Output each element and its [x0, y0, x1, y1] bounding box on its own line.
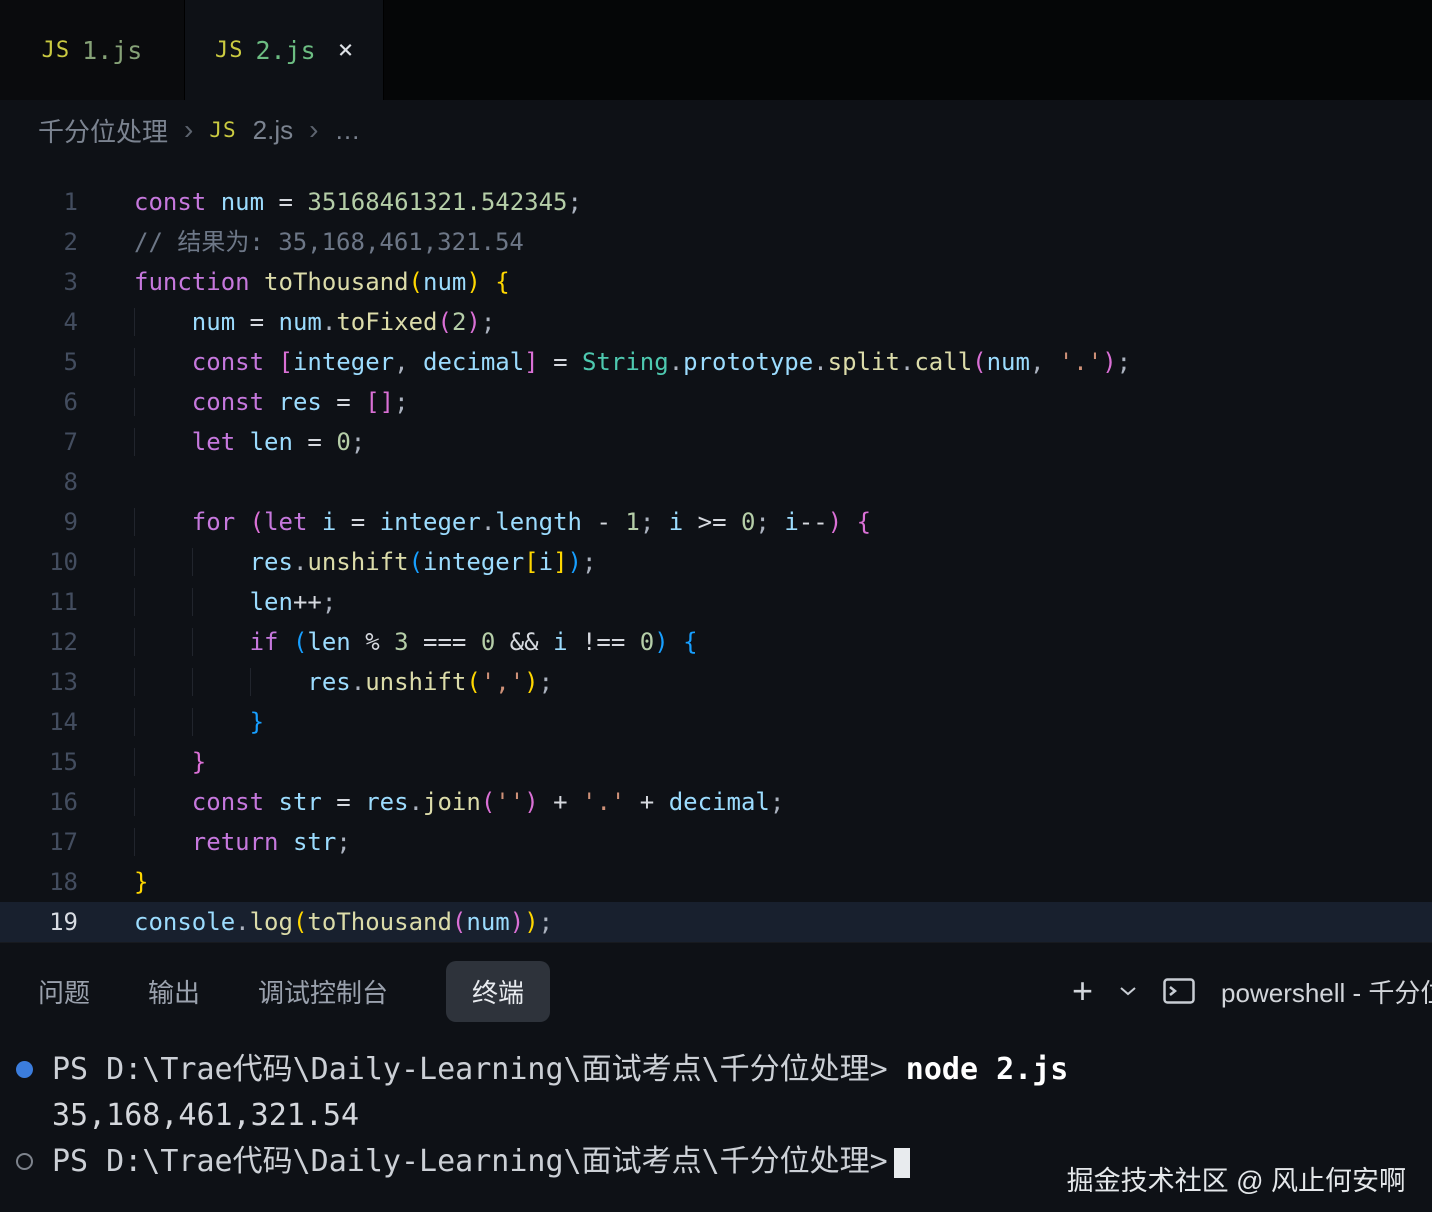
line-number[interactable]: 8	[0, 462, 134, 502]
line-number[interactable]: 6	[0, 382, 134, 422]
panel-header: 问题 输出 调试控制台 终端 + powershell - 千分位处理	[0, 943, 1432, 1039]
line-number[interactable]: 12	[0, 622, 134, 662]
breadcrumb: 千分位处理 › JS 2.js › …	[0, 100, 1432, 160]
panel-tabs: 问题 输出 调试控制台 终端	[38, 961, 550, 1022]
panel-tab-debug-console[interactable]: 调试控制台	[258, 961, 388, 1022]
tab-bar: JS 1.js JS 2.js ×	[0, 0, 1432, 100]
code-text: const str = res.join('') + '.' + decimal…	[134, 782, 784, 822]
code-line[interactable]: 11 len++;	[0, 582, 1432, 622]
code-text: num = num.toFixed(2);	[134, 302, 495, 342]
code-text: }	[134, 702, 264, 742]
line-number[interactable]: 3	[0, 262, 134, 302]
panel-tab-terminal[interactable]: 终端	[446, 961, 550, 1022]
code-line[interactable]: 8	[0, 462, 1432, 502]
code-text: const num = 35168461321.542345;	[134, 182, 582, 222]
code-line[interactable]: 6 const res = [];	[0, 382, 1432, 422]
code-line[interactable]: 12 if (len % 3 === 0 && i !== 0) {	[0, 622, 1432, 662]
tab-1js[interactable]: JS 1.js	[0, 0, 185, 100]
js-file-icon: JS	[42, 38, 71, 63]
code-text: const [integer, decimal] = String.protot…	[134, 342, 1131, 382]
code-text: len++;	[134, 582, 336, 622]
panel-actions: + powershell - 千分位处理	[1072, 973, 1432, 1010]
code-line[interactable]: 4 num = num.toFixed(2);	[0, 302, 1432, 342]
code-text: function toThousand(num) {	[134, 262, 510, 302]
new-terminal-button[interactable]: +	[1072, 973, 1093, 1009]
line-number[interactable]: 1	[0, 182, 134, 222]
command-success-decoration-icon[interactable]	[16, 1061, 33, 1078]
line-number[interactable]: 7	[0, 422, 134, 462]
panel-tab-problems[interactable]: 问题	[38, 961, 90, 1022]
chevron-right-icon: ›	[309, 114, 318, 146]
line-number[interactable]: 15	[0, 742, 134, 782]
code-line[interactable]: 3function toThousand(num) {	[0, 262, 1432, 302]
tab-label-1js: 1.js	[82, 36, 142, 65]
code-line[interactable]: 14 }	[0, 702, 1432, 742]
code-line[interactable]: 13 res.unshift(',');	[0, 662, 1432, 702]
code-text: let len = 0;	[134, 422, 365, 462]
line-number[interactable]: 17	[0, 822, 134, 862]
line-number[interactable]: 14	[0, 702, 134, 742]
terminal-cursor	[894, 1148, 910, 1178]
command-pending-decoration-icon[interactable]	[16, 1153, 33, 1170]
code-line[interactable]: 15 }	[0, 742, 1432, 782]
code-line[interactable]: 5 const [integer, decimal] = String.prot…	[0, 342, 1432, 382]
code-text: for (let i = integer.length - 1; i >= 0;…	[134, 502, 871, 542]
code-text: console.log(toThousand(num));	[134, 902, 553, 942]
code-editor[interactable]: 1const num = 35168461321.542345;2// 结果为:…	[0, 160, 1432, 942]
close-icon[interactable]: ×	[338, 35, 354, 65]
code-text: // 结果为: 35,168,461,321.54	[134, 222, 524, 262]
watermark: 掘金技术社区 @ 风止何安啊	[1067, 1159, 1406, 1198]
code-text: return str;	[134, 822, 351, 862]
code-text: if (len % 3 === 0 && i !== 0) {	[134, 622, 698, 662]
code-line[interactable]: 10 res.unshift(integer[i]);	[0, 542, 1432, 582]
terminal-session-label[interactable]: powershell - 千分位处理	[1221, 973, 1432, 1010]
terminal-prompt	[888, 1052, 906, 1087]
code-text: }	[134, 862, 148, 902]
terminal-prompt: PS D:\Trae代码\Daily-Learning\面试考点\千分位处理>	[52, 1144, 888, 1179]
code-line[interactable]: 9 for (let i = integer.length - 1; i >= …	[0, 502, 1432, 542]
terminal-icon	[1163, 977, 1195, 1005]
code-text: res.unshift(',');	[134, 662, 553, 702]
line-number[interactable]: 13	[0, 662, 134, 702]
line-number[interactable]: 19	[0, 902, 134, 942]
code-text: res.unshift(integer[i]);	[134, 542, 596, 582]
breadcrumb-file[interactable]: 2.js	[253, 115, 293, 146]
chevron-right-icon: ›	[184, 114, 193, 146]
bottom-panel: 问题 输出 调试控制台 终端 + powershell - 千分位处理 PS D…	[0, 942, 1432, 1212]
panel-tab-output[interactable]: 输出	[148, 961, 200, 1022]
chevron-down-icon[interactable]	[1119, 985, 1137, 997]
js-file-icon: JS	[209, 118, 236, 142]
terminal-line: PS D:\Trae代码\Daily-Learning\面试考点\千分位处理> …	[0, 1047, 1432, 1093]
terminal-command: node 2.js	[906, 1052, 1069, 1087]
breadcrumb-more[interactable]: …	[334, 115, 360, 146]
breadcrumb-folder[interactable]: 千分位处理	[38, 112, 168, 149]
code-line[interactable]: 19console.log(toThousand(num));	[0, 902, 1432, 942]
code-line[interactable]: 16 const str = res.join('') + '.' + deci…	[0, 782, 1432, 822]
terminal-result: 35,168,461,321.54	[52, 1098, 359, 1133]
code-line[interactable]: 2// 结果为: 35,168,461,321.54	[0, 222, 1432, 262]
tab-label-2js: 2.js	[256, 36, 316, 65]
terminal-prompt: PS D:\Trae代码\Daily-Learning\面试考点\千分位处理>	[52, 1052, 888, 1087]
js-file-icon: JS	[215, 38, 244, 63]
line-number[interactable]: 2	[0, 222, 134, 262]
line-number[interactable]: 10	[0, 542, 134, 582]
line-number[interactable]: 5	[0, 342, 134, 382]
line-number[interactable]: 16	[0, 782, 134, 822]
code-line[interactable]: 17 return str;	[0, 822, 1432, 862]
code-text: const res = [];	[134, 382, 409, 422]
line-number[interactable]: 4	[0, 302, 134, 342]
code-line[interactable]: 7 let len = 0;	[0, 422, 1432, 462]
tab-2js[interactable]: JS 2.js ×	[185, 0, 384, 100]
terminal-line: 35,168,461,321.54	[0, 1093, 1432, 1139]
editor-lines: 1const num = 35168461321.542345;2// 结果为:…	[0, 182, 1432, 942]
code-text: }	[134, 742, 206, 782]
line-number[interactable]: 18	[0, 862, 134, 902]
line-number[interactable]: 11	[0, 582, 134, 622]
line-number[interactable]: 9	[0, 502, 134, 542]
code-line[interactable]: 18}	[0, 862, 1432, 902]
code-line[interactable]: 1const num = 35168461321.542345;	[0, 182, 1432, 222]
